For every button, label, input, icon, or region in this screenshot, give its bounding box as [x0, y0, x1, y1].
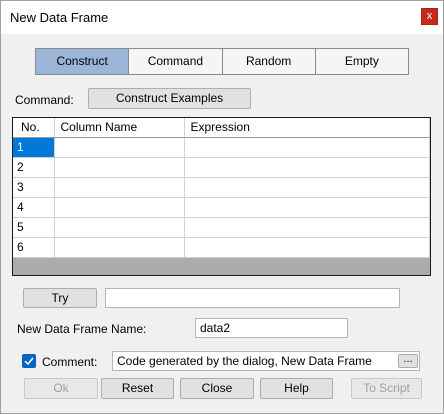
- column-header-expression[interactable]: Expression: [184, 118, 430, 138]
- tab-command[interactable]: Command: [129, 49, 222, 74]
- table-row: 3: [13, 177, 430, 198]
- column-header-column-name[interactable]: Column Name: [54, 118, 185, 138]
- expression-cell[interactable]: [184, 237, 430, 258]
- column-grid: No. Column Name Expression 1 2 3 4 5 6: [12, 117, 431, 276]
- window-title: New Data Frame: [10, 10, 109, 25]
- mode-tabs: Construct Command Random Empty: [35, 48, 409, 75]
- new-data-frame-dialog: New Data Frame x Construct Command Rando…: [0, 0, 444, 414]
- column-name-cell[interactable]: [54, 137, 185, 158]
- column-name-cell[interactable]: [54, 237, 185, 258]
- table-row: 6: [13, 237, 430, 258]
- expression-cell[interactable]: [184, 177, 430, 198]
- expression-cell[interactable]: [184, 157, 430, 178]
- checkmark-icon: [24, 357, 34, 366]
- comment-label: Comment:: [42, 355, 98, 369]
- table-row: 2: [13, 157, 430, 178]
- column-name-cell[interactable]: [54, 177, 185, 198]
- data-frame-name-label: New Data Frame Name:: [17, 322, 147, 336]
- close-window-button[interactable]: x: [421, 8, 438, 25]
- row-number-cell[interactable]: 6: [13, 237, 55, 258]
- expression-cell[interactable]: [184, 217, 430, 238]
- row-number-cell[interactable]: 5: [13, 217, 55, 238]
- column-name-cell[interactable]: [54, 197, 185, 218]
- row-number-cell[interactable]: 2: [13, 157, 55, 178]
- grid-header-row: No. Column Name Expression: [13, 118, 430, 138]
- data-frame-name-input[interactable]: data2: [195, 318, 348, 338]
- close-button[interactable]: Close: [180, 378, 254, 399]
- comment-checkbox[interactable]: [22, 354, 36, 368]
- tab-empty[interactable]: Empty: [315, 49, 408, 74]
- column-name-cell[interactable]: [54, 157, 185, 178]
- title-bar: New Data Frame x: [1, 1, 443, 34]
- table-row: 4: [13, 197, 430, 218]
- expression-cell[interactable]: [184, 137, 430, 158]
- column-name-cell[interactable]: [54, 217, 185, 238]
- column-header-no[interactable]: No.: [13, 118, 55, 138]
- try-button[interactable]: Try: [23, 288, 97, 308]
- try-output-field[interactable]: [105, 288, 400, 308]
- row-number-cell[interactable]: 1: [13, 137, 55, 158]
- tab-random[interactable]: Random: [222, 49, 315, 74]
- table-row: 1: [13, 137, 430, 158]
- table-row: 5: [13, 217, 430, 238]
- row-number-cell[interactable]: 4: [13, 197, 55, 218]
- reset-button[interactable]: Reset: [101, 378, 174, 399]
- command-label: Command:: [15, 93, 74, 107]
- tab-construct[interactable]: Construct: [36, 49, 129, 74]
- column-table: No. Column Name Expression 1 2 3 4 5 6: [13, 118, 430, 258]
- help-button[interactable]: Help: [260, 378, 333, 399]
- comment-input[interactable]: Code generated by the dialog, New Data F…: [112, 351, 420, 371]
- ok-button[interactable]: Ok: [24, 378, 98, 399]
- comment-browse-button[interactable]: ...: [398, 354, 418, 368]
- construct-examples-button[interactable]: Construct Examples: [88, 88, 251, 109]
- to-script-button[interactable]: To Script: [351, 378, 422, 399]
- row-number-cell[interactable]: 3: [13, 177, 55, 198]
- expression-cell[interactable]: [184, 197, 430, 218]
